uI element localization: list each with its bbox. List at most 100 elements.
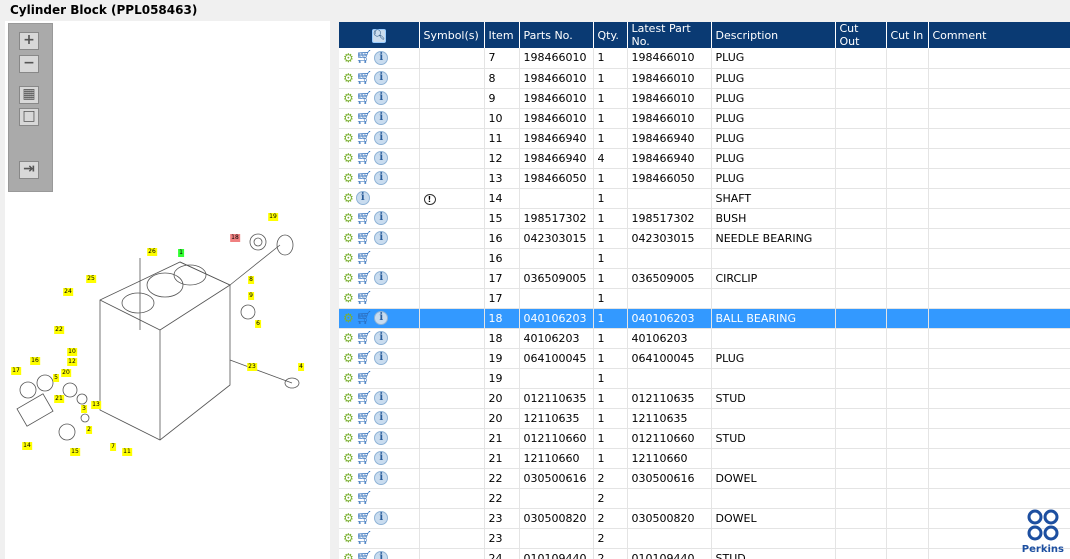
callout-2[interactable]: 2 — [86, 426, 92, 434]
gear-icon[interactable]: ⚙ — [343, 211, 354, 225]
info-icon[interactable]: i — [374, 511, 389, 525]
column-header-cut-in[interactable]: Cut In — [886, 22, 929, 48]
cart-icon[interactable]: 🛒︎ — [356, 451, 373, 466]
callout-18[interactable]: 18 — [230, 234, 240, 242]
cart-icon[interactable]: 🛒︎ — [356, 171, 373, 186]
gear-icon[interactable]: ⚙ — [343, 271, 354, 285]
gear-icon[interactable]: ⚙ — [343, 471, 354, 485]
table-row[interactable]: ⚙ 🛒︎ 22 2 — [339, 488, 1070, 509]
table-row[interactable]: ⚙ 🛒︎ i 23 030500820 2 030500820 DOWEL — [339, 508, 1070, 529]
info-icon[interactable]: i — [374, 50, 389, 65]
table-row[interactable]: ⚙ 🛒︎ i 7 198466010 1 198466010 PLUG — [339, 48, 1070, 69]
callout-7[interactable]: 7 — [110, 443, 116, 451]
info-icon[interactable]: i — [374, 311, 389, 325]
gear-icon[interactable]: ⚙ — [343, 411, 354, 425]
info-icon[interactable]: i — [374, 391, 389, 405]
gear-icon[interactable]: ⚙ — [343, 231, 354, 245]
gear-icon[interactable]: ⚙ — [343, 291, 354, 305]
table-row[interactable]: ⚙ 🛒︎ 19 1 — [339, 368, 1070, 389]
info-icon[interactable]: i — [374, 211, 389, 225]
gear-icon[interactable]: ⚙ — [343, 371, 354, 385]
info-icon[interactable]: i — [374, 411, 389, 425]
callout-12[interactable]: 12 — [67, 358, 77, 366]
gear-icon[interactable]: ⚙ — [343, 511, 354, 525]
callout-1[interactable]: 1 — [178, 249, 184, 257]
gear-icon[interactable]: ⚙ — [343, 331, 354, 345]
callout-11[interactable]: 11 — [122, 448, 132, 456]
gear-icon[interactable]: ⚙ — [343, 251, 354, 265]
table-row[interactable]: ⚙ 🛒︎ i 20 12110635 1 12110635 — [339, 408, 1070, 429]
cart-icon[interactable]: 🛒︎ — [356, 371, 373, 386]
search-icon[interactable]: 🔍︎ — [371, 28, 386, 43]
note-symbol-icon[interactable]: ! — [423, 193, 436, 205]
info-icon[interactable]: i — [374, 111, 389, 125]
table-row[interactable]: ⚙ 🛒︎ i 21 12110660 1 12110660 — [339, 448, 1070, 469]
gear-icon[interactable]: ⚙ — [343, 131, 354, 145]
cart-icon[interactable]: 🛒︎ — [356, 271, 373, 286]
callout-5[interactable]: 5 — [53, 374, 59, 382]
table-row[interactable]: ⚙ 🛒︎ i 10 198466010 1 198466010 PLUG — [339, 108, 1070, 129]
column-header-description[interactable]: Description — [711, 22, 836, 48]
info-icon[interactable]: i — [374, 431, 389, 445]
gear-icon[interactable]: ⚙ — [343, 71, 354, 85]
cart-icon[interactable]: 🛒︎ — [356, 511, 373, 526]
cart-icon[interactable]: 🛒︎ — [356, 91, 373, 106]
column-header-actions[interactable]: 🔍︎ — [339, 22, 420, 48]
column-header-symbols[interactable]: Symbol(s) — [419, 22, 485, 48]
parts-table[interactable]: 🔍︎ Symbol(s) Item Parts No. Qty. Latest Part … — [339, 22, 1070, 559]
callout-22[interactable]: 22 — [54, 326, 64, 334]
callout-17[interactable]: 17 — [11, 367, 21, 375]
callout-21[interactable]: 21 — [54, 395, 64, 403]
callout-8[interactable]: 8 — [248, 276, 254, 284]
table-row[interactable]: ⚙ 🛒︎ i 20 012110635 1 012110635 STUD — [339, 388, 1070, 409]
table-row[interactable]: ⚙ 🛒︎ i 16 042303015 1 042303015 NEEDLE BEARING — [339, 228, 1070, 249]
table-row[interactable]: ⚙ 🛒︎ i 13 198466050 1 198466050 PLUG — [339, 168, 1070, 189]
cart-icon[interactable]: 🛒︎ — [356, 471, 373, 486]
callout-26[interactable]: 26 — [147, 248, 157, 256]
table-row[interactable]: ⚙ 🛒︎ i 9 198466010 1 198466010 PLUG — [339, 88, 1070, 109]
table-row[interactable]: ⚙ 🛒︎ 16 1 — [339, 248, 1070, 269]
info-icon[interactable]: i — [374, 71, 389, 85]
cart-icon[interactable]: 🛒︎ — [356, 71, 373, 86]
callout-15[interactable]: 15 — [70, 448, 80, 456]
info-icon[interactable]: i — [374, 451, 389, 465]
cart-icon[interactable]: 🛒︎ — [356, 491, 373, 506]
cart-icon[interactable]: 🛒︎ — [356, 351, 373, 366]
column-header-qty[interactable]: Qty. — [593, 22, 628, 48]
cart-icon[interactable]: 🛒︎ — [356, 551, 373, 559]
table-row[interactable]: ⚙ 🛒︎ i 22 030500616 2 030500616 DOWEL — [339, 468, 1070, 489]
gear-icon[interactable]: ⚙ — [343, 491, 354, 505]
gear-icon[interactable]: ⚙ — [343, 311, 354, 325]
info-icon[interactable]: i — [374, 331, 389, 345]
cart-icon[interactable]: 🛒︎ — [356, 251, 373, 266]
gear-icon[interactable]: ⚙ — [343, 431, 354, 445]
column-header-comment[interactable]: Comment — [928, 22, 1070, 48]
table-row[interactable]: ⚙ 🛒︎ i 17 036509005 1 036509005 CIRCLIP — [339, 268, 1070, 289]
table-row[interactable]: ⚙ 🛒︎ 23 2 — [339, 528, 1070, 549]
callout-10[interactable]: 10 — [67, 348, 77, 356]
cart-icon[interactable]: 🛒︎ — [356, 391, 373, 406]
gear-icon[interactable]: ⚙ — [343, 531, 354, 545]
callout-9[interactable]: 9 — [248, 292, 254, 300]
gear-icon[interactable]: ⚙ — [343, 171, 354, 185]
cart-icon[interactable]: 🛒︎ — [356, 411, 373, 426]
table-row[interactable]: ⚙ 🛒︎ i 15 198517302 1 198517302 BUSH — [339, 208, 1070, 229]
cart-icon[interactable]: 🛒︎ — [356, 211, 373, 226]
cart-icon[interactable]: 🛒︎ — [356, 331, 373, 346]
info-icon[interactable]: i — [374, 471, 389, 485]
gear-icon[interactable]: ⚙ — [343, 151, 354, 165]
info-icon[interactable]: i — [374, 151, 389, 165]
callout-24[interactable]: 24 — [63, 288, 73, 296]
callout-19[interactable]: 19 — [268, 213, 278, 221]
cart-icon[interactable]: 🛒︎ — [356, 231, 373, 246]
cart-icon[interactable]: 🛒︎ — [356, 131, 373, 146]
column-header-latest-part-no[interactable]: Latest Part No. — [627, 22, 712, 48]
column-header-parts-no[interactable]: Parts No. — [519, 22, 594, 48]
table-row[interactable]: ⚙ 🛒︎ i 8 198466010 1 198466010 PLUG — [339, 68, 1070, 89]
callout-6[interactable]: 6 — [255, 320, 261, 328]
info-icon[interactable]: i — [374, 231, 389, 245]
info-icon[interactable]: i — [374, 91, 389, 105]
gear-icon[interactable]: ⚙ — [343, 451, 354, 465]
gear-icon[interactable]: ⚙ — [343, 51, 354, 65]
callout-14[interactable]: 14 — [22, 442, 32, 450]
